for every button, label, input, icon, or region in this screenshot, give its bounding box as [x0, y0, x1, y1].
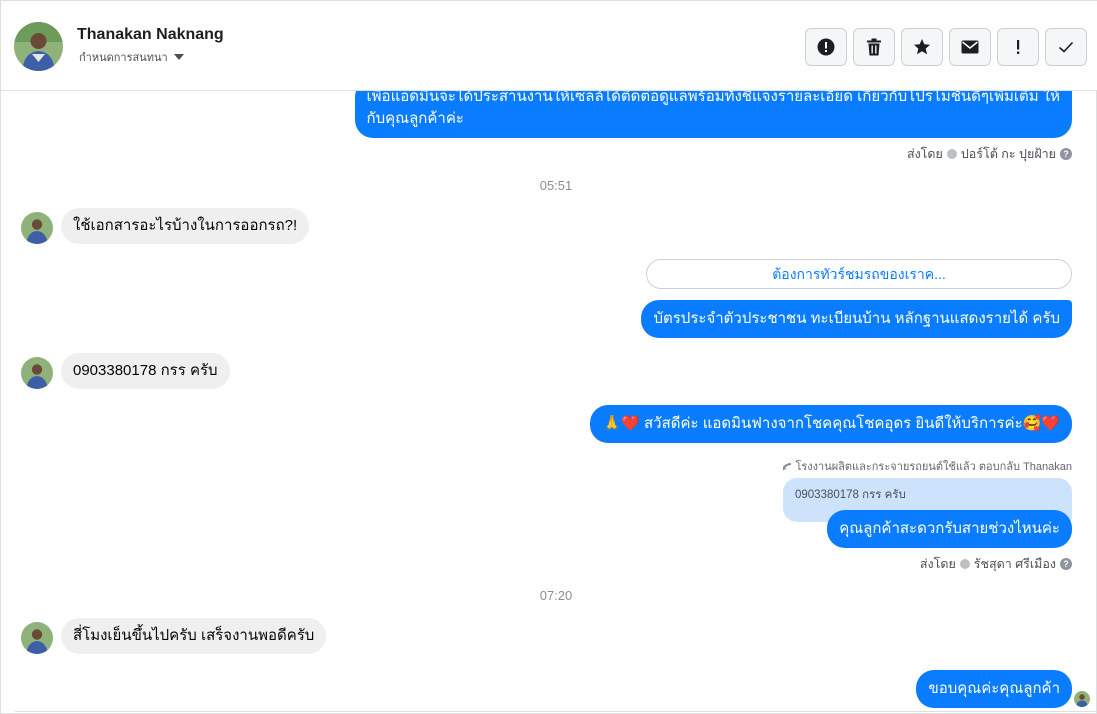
sender-name: รัชสุดา ศรีเมือง	[973, 557, 1056, 571]
contact-avatar-small[interactable]	[21, 357, 53, 389]
follow-up-button[interactable]	[997, 28, 1039, 66]
conversation-header: Thanakan Naknang กำหนดการสนทนา	[1, 0, 1097, 91]
read-receipt-avatar	[1074, 691, 1090, 707]
help-icon[interactable]: ?	[1060, 558, 1072, 570]
sent-by-meta: ส่งโดย ปอร์โต้ กะ ปุยฝ้าย ?	[907, 144, 1072, 164]
sent-by-prefix: ส่งโดย	[919, 557, 956, 571]
sent-by-meta: ส่งโดย รัชสุดา ศรีเมือง ?	[920, 554, 1072, 574]
help-icon[interactable]: ?	[1060, 148, 1072, 160]
messenger-window: Thanakan Naknang กำหนดการสนทนา เพื่อแอดม…	[0, 0, 1097, 714]
timestamp: 07:20	[539, 588, 573, 603]
conversation-settings-dropdown[interactable]: กำหนดการสนทนา	[79, 48, 184, 66]
conversation-settings-label: กำหนดการสนทนา	[79, 52, 168, 64]
reply-note-text: โรงงานผลิตและกระจายรถยนต์ใช้แล้ว ตอบกลับ…	[795, 461, 1072, 473]
blocked-circle-icon	[959, 559, 970, 569]
outgoing-message[interactable]: คุณลูกค้าสะดวกรับสายช่วงไหนค่ะ	[827, 510, 1072, 548]
quick-reply-button[interactable]: ต้องการทัวร์ชมรถของเราค...	[646, 259, 1072, 289]
reply-arrow-icon	[783, 462, 792, 470]
incoming-message[interactable]: 0903380178 กรร ครับ	[61, 353, 230, 389]
alert-circle-icon	[817, 38, 835, 56]
outgoing-message[interactable]: บัตรประจำตัวประชาชน ทะเบียนบ้าน หลักฐานแ…	[641, 300, 1072, 338]
mark-done-button[interactable]	[1045, 28, 1087, 66]
contact-name[interactable]: Thanakan Naknang	[77, 26, 224, 44]
blocked-circle-icon	[946, 149, 957, 159]
contact-avatar[interactable]	[14, 22, 63, 71]
exclamation-icon	[1017, 40, 1020, 54]
reply-indicator: โรงงานผลิตและกระจายรถยนต์ใช้แล้ว ตอบกลับ…	[782, 457, 1072, 475]
message-thread[interactable]: เพื่อแอดมินจะได้ประสานงานให้เซลล์ได้ติดต…	[1, 91, 1097, 711]
mark-unread-button[interactable]	[949, 28, 991, 66]
star-icon	[914, 39, 930, 55]
envelope-icon	[961, 40, 979, 54]
outgoing-message[interactable]: เพื่อแอดมินจะได้ประสานงานให้เซลล์ได้ติดต…	[354, 91, 1072, 138]
message-text-line: เพื่อแอดมินจะได้ประสานงานให้เซลล์ได้ติดต…	[366, 91, 1060, 105]
sender-name: ปอร์โต้ กะ ปุยฝ้าย	[960, 147, 1056, 161]
timestamp: 05:51	[539, 178, 573, 193]
contact-avatar-small[interactable]	[21, 212, 53, 244]
trash-icon	[867, 38, 881, 56]
caret-down-icon	[173, 54, 184, 60]
outgoing-message[interactable]: 🙏❤️ สวัสดีค่ะ แอดมินฟางจากโชคคุณโชคอุดร …	[590, 405, 1072, 443]
delete-button[interactable]	[853, 28, 895, 66]
star-button[interactable]	[901, 28, 943, 66]
sent-by-prefix: ส่งโดย	[906, 147, 943, 161]
outgoing-message[interactable]: ขอบคุณค่ะคุณลูกค้า	[916, 670, 1072, 708]
check-icon	[1058, 41, 1074, 53]
conversation-toolbar	[805, 28, 1087, 66]
incoming-message[interactable]: สี่โมงเย็นขึ้นไปครับ เสร็จงานพอดีครับ	[61, 618, 327, 654]
contact-avatar-small[interactable]	[21, 622, 53, 654]
incoming-message[interactable]: ใช้เอกสารอะไรบ้างในการออกรถ?!	[61, 208, 310, 244]
message-text-line: กับคุณลูกค้าค่ะ	[366, 110, 464, 127]
mark-spam-button[interactable]	[805, 28, 847, 66]
